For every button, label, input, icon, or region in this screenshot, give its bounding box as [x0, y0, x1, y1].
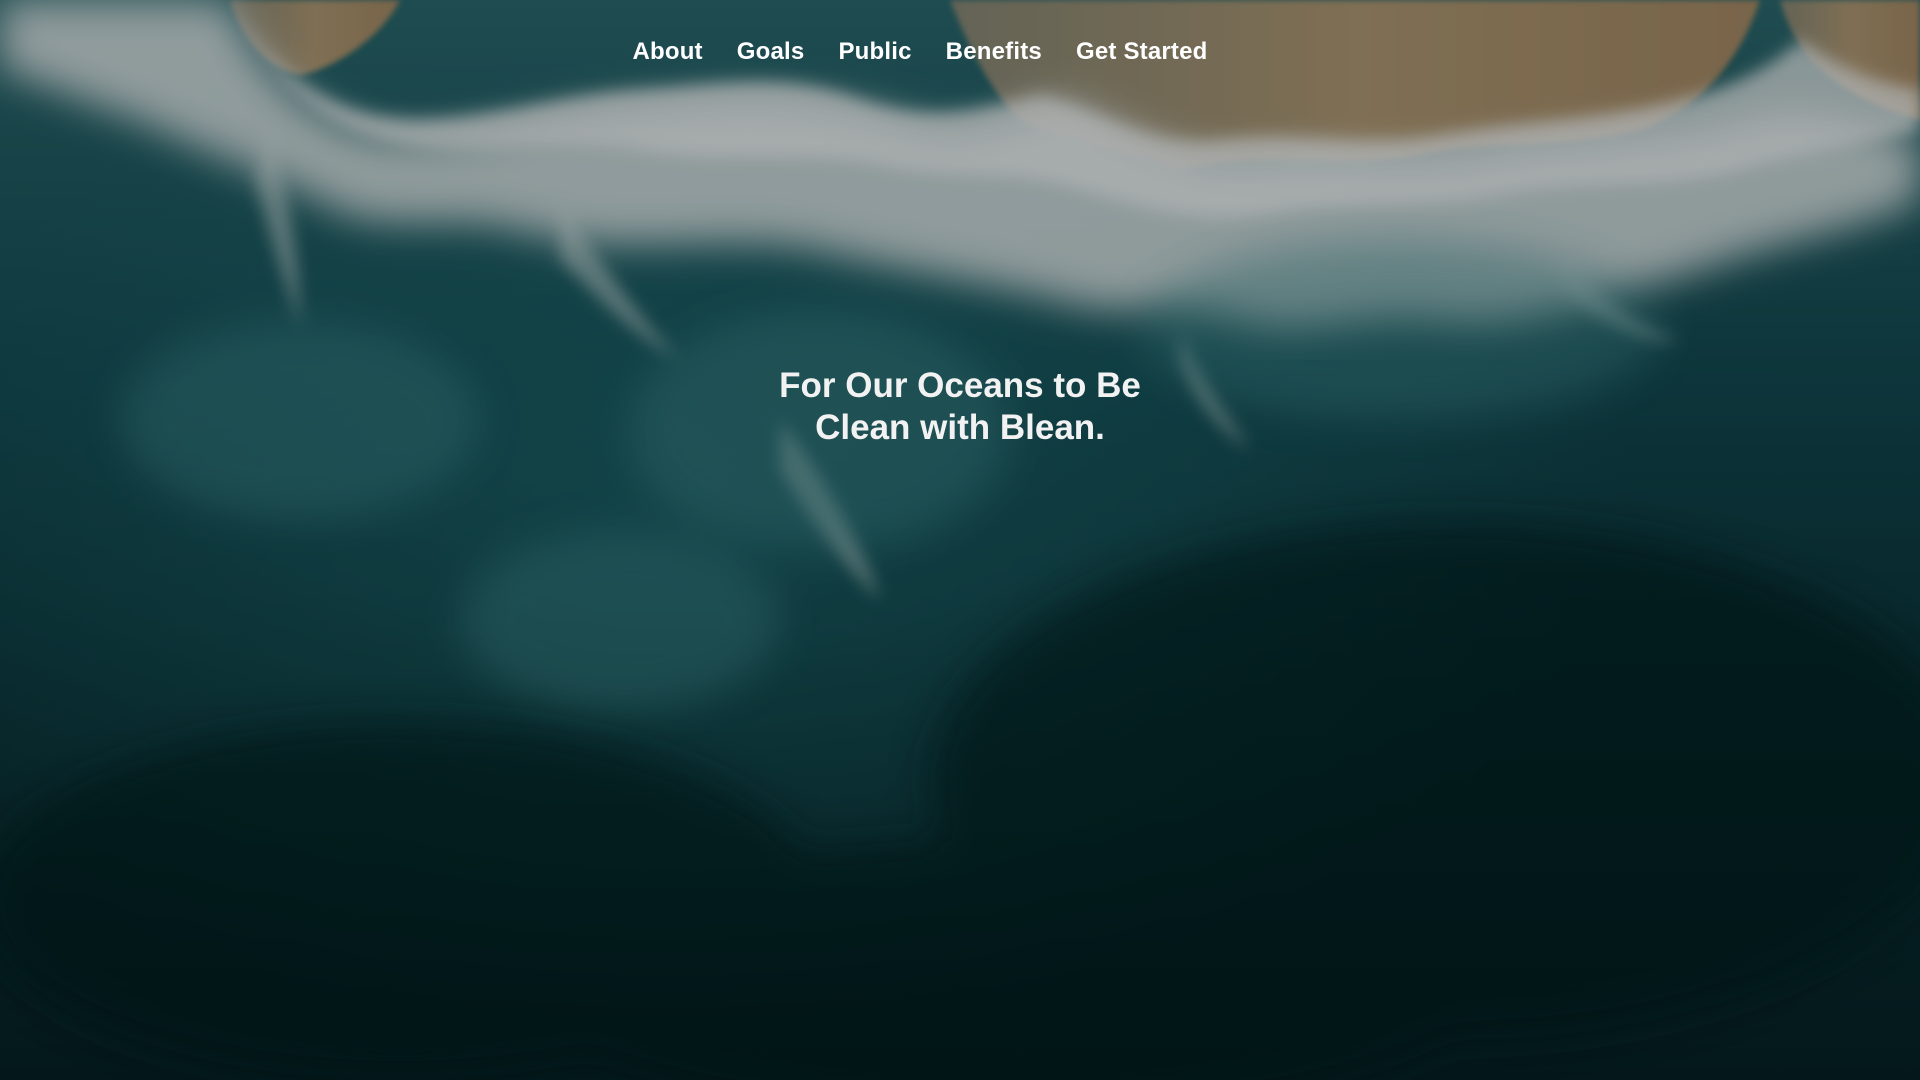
- hero-headline-line-2: Clean with Blean.: [815, 408, 1105, 447]
- nav-link-benefits[interactable]: Benefits: [929, 34, 1059, 70]
- hero-headline: For Our Oceans to Be Clean with Blean.: [0, 365, 1920, 449]
- nav-link-about[interactable]: About: [615, 34, 719, 70]
- nav-link-get-started[interactable]: Get Started: [1059, 34, 1225, 70]
- nav-links: About Goals Public Benefits Get Started: [615, 34, 1224, 70]
- nav-link-goals[interactable]: Goals: [720, 34, 822, 70]
- nav-link-public[interactable]: Public: [821, 34, 928, 70]
- hero-section: About Goals Public Benefits Get Started …: [0, 0, 1920, 1080]
- top-navigation: About Goals Public Benefits Get Started: [0, 34, 1920, 70]
- hero-headline-line-1: For Our Oceans to Be: [779, 366, 1141, 405]
- dark-overlay: [0, 0, 1920, 1080]
